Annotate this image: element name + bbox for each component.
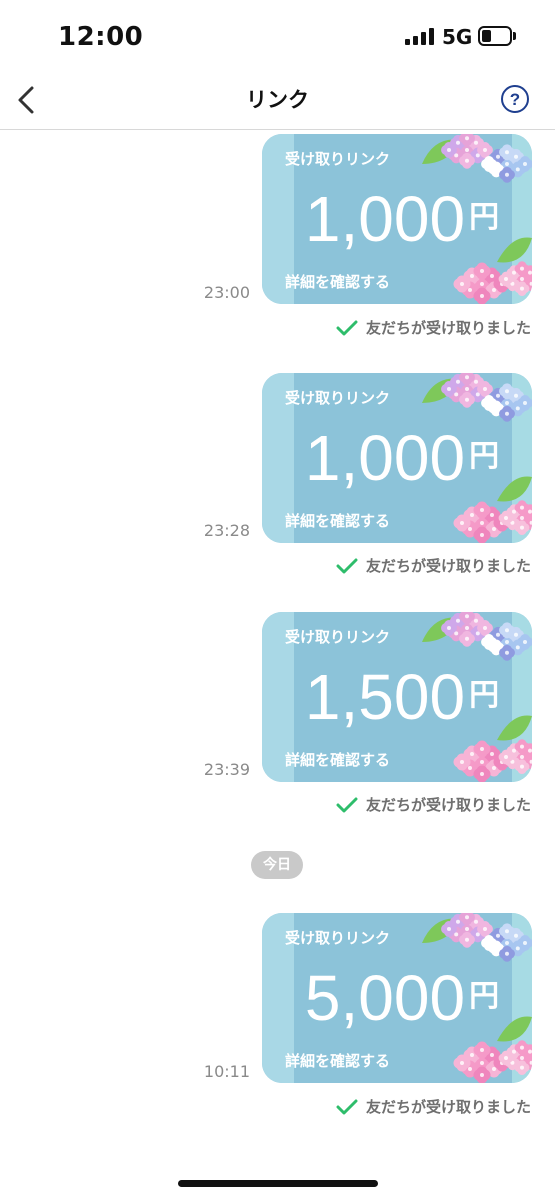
check-icon <box>336 797 358 812</box>
help-button[interactable]: ? <box>500 84 530 114</box>
receipt-text: 友だちが受け取りました <box>365 796 531 814</box>
receipt-text: 友だちが受け取りました <box>365 1098 531 1116</box>
amount-value: 1,000 <box>304 183 466 255</box>
currency-label: 円 <box>469 439 500 474</box>
message-time: 10:11 <box>203 1062 250 1081</box>
receive-link-card[interactable]: 受け取りリンク 5,000 円 詳細を確認する <box>262 913 532 1083</box>
card-edge <box>512 612 532 782</box>
view-details-link[interactable]: 詳細を確認する <box>285 510 390 531</box>
check-icon <box>336 320 358 335</box>
network-type: 5G <box>442 25 473 49</box>
currency-label: 円 <box>469 979 500 1014</box>
receipt-status: 友だちが受け取りました <box>336 794 531 815</box>
message-time: 23:39 <box>203 760 250 779</box>
battery-icon <box>478 26 512 46</box>
card-label: 受け取りリンク <box>285 389 391 407</box>
receipt-status: 友だちが受け取りました <box>336 1096 531 1117</box>
card-label: 受け取りリンク <box>285 628 391 646</box>
view-details-link[interactable]: 詳細を確認する <box>285 1050 390 1071</box>
card-amount: 1,000 円 <box>292 419 512 497</box>
check-icon <box>336 1099 358 1114</box>
receipt-status: 友だちが受け取りました <box>336 317 531 338</box>
svg-text:?: ? <box>510 90 520 109</box>
home-indicator[interactable] <box>178 1180 378 1187</box>
card-edge <box>512 373 532 543</box>
receive-link-card[interactable]: 受け取りリンク 1,000 円 詳細を確認する <box>262 134 532 304</box>
card-label: 受け取りリンク <box>285 929 391 947</box>
amount-value: 5,000 <box>304 962 466 1034</box>
signal-icon <box>405 28 435 45</box>
receipt-text: 友だちが受け取りました <box>365 557 531 575</box>
card-edge <box>512 913 532 1083</box>
help-icon: ? <box>501 85 529 113</box>
receive-link-card[interactable]: 受け取りリンク 1,500 円 詳細を確認する <box>262 612 532 782</box>
page-title: リンク <box>246 88 309 112</box>
message-time: 23:00 <box>203 283 250 302</box>
battery-tip <box>513 32 516 40</box>
receipt-text: 友だちが受け取りました <box>365 319 531 337</box>
status-bar: 12:00 5G <box>0 0 555 72</box>
currency-label: 円 <box>469 200 500 235</box>
card-amount: 1,500 円 <box>292 658 512 736</box>
message-time: 23:28 <box>203 521 250 540</box>
check-icon <box>336 558 358 573</box>
nav-bar: リンク ? <box>0 72 555 130</box>
view-details-link[interactable]: 詳細を確認する <box>285 271 390 292</box>
card-edge <box>512 134 532 304</box>
amount-value: 1,500 <box>304 661 466 733</box>
card-amount: 1,000 円 <box>292 180 512 258</box>
card-amount: 5,000 円 <box>292 959 512 1037</box>
amount-value: 1,000 <box>304 422 466 494</box>
card-label: 受け取りリンク <box>285 150 391 168</box>
receipt-status: 友だちが受け取りました <box>336 555 531 576</box>
view-details-link[interactable]: 詳細を確認する <box>285 749 390 770</box>
currency-label: 円 <box>469 678 500 713</box>
receive-link-card[interactable]: 受け取りリンク 1,000 円 詳細を確認する <box>262 373 532 543</box>
status-time: 12:00 <box>58 22 144 52</box>
date-separator: 今日 <box>251 851 303 879</box>
